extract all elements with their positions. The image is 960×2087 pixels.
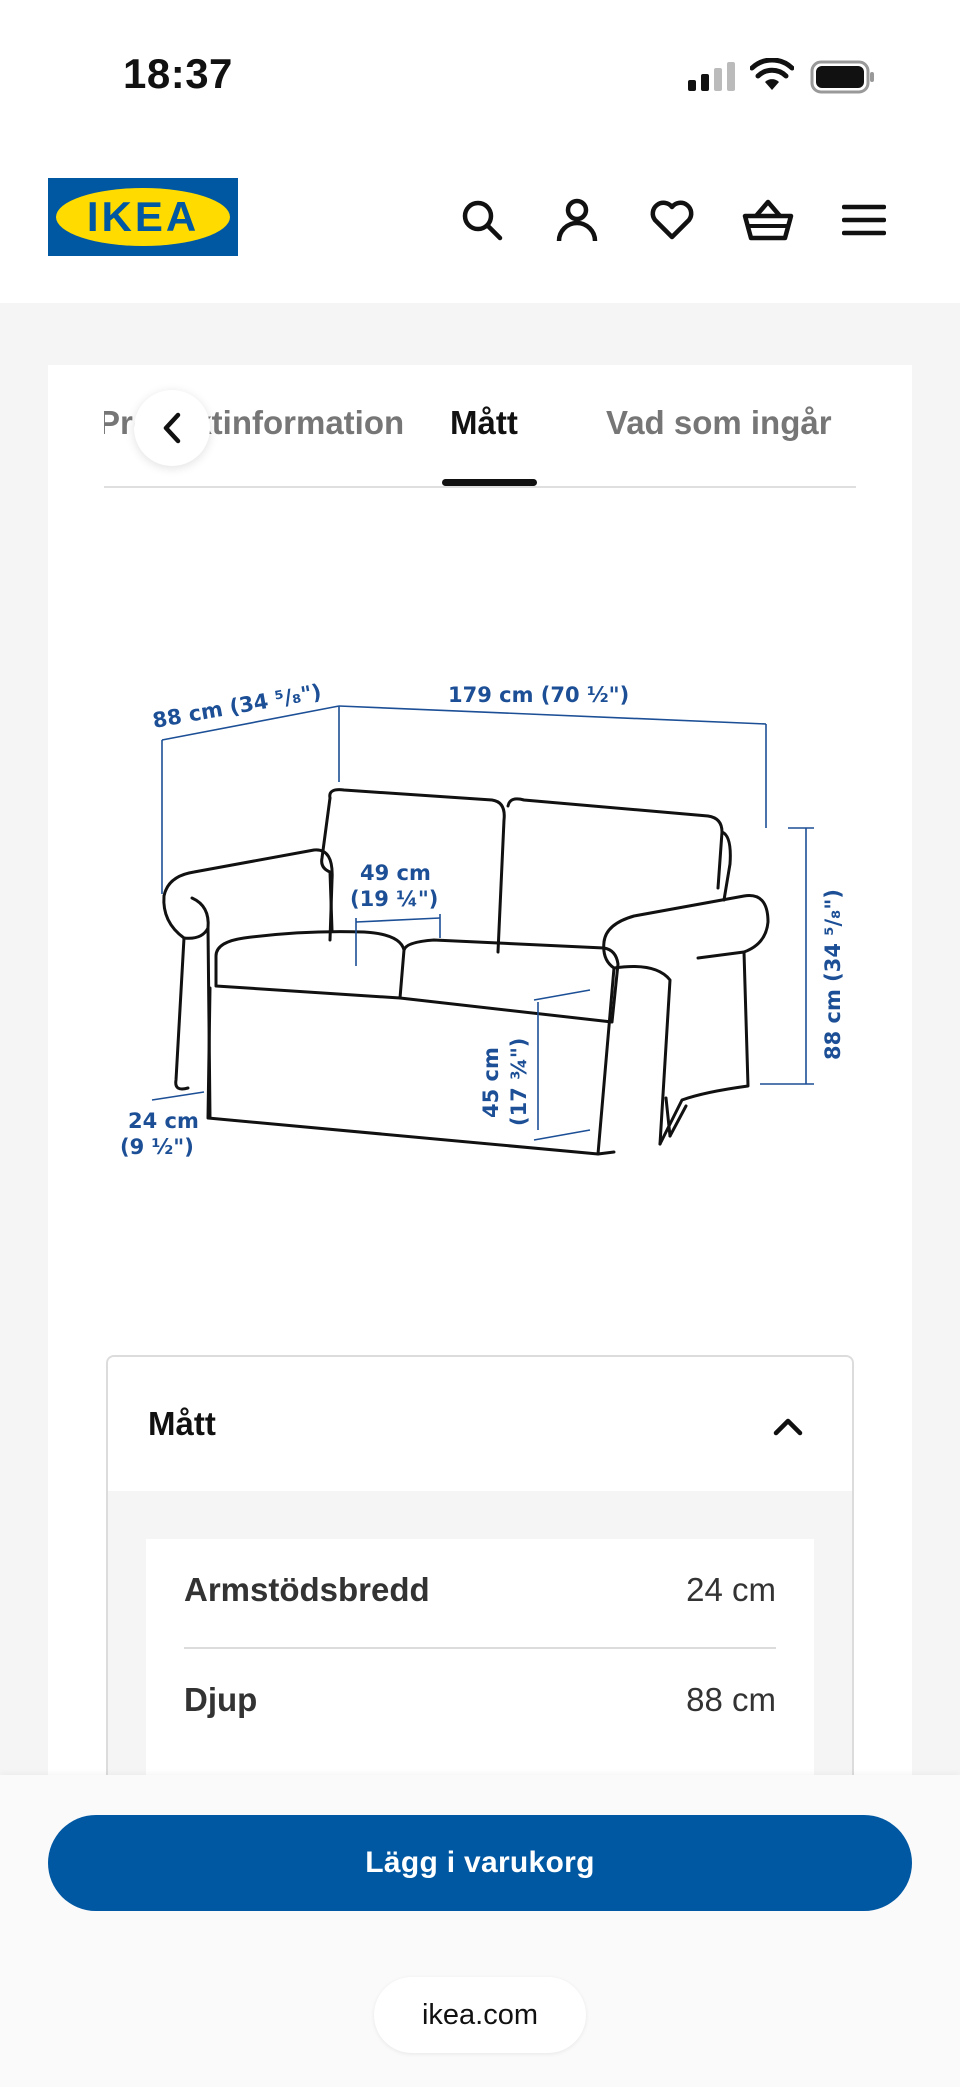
chevron-up-icon[interactable]	[768, 1407, 808, 1447]
accordion-header[interactable]: Mått	[108, 1357, 852, 1491]
armrest-width-label: 24 cm	[128, 1109, 199, 1133]
sofa-dimension-illustration: 88 cm (34 ⁵/₈") 179 cm (70 ½") 88 cm (34…	[104, 660, 864, 1220]
dimension-row: Armstödsbredd 24 cm	[184, 1539, 776, 1649]
seat-width-label: 49 cm	[360, 861, 431, 885]
dimension-label: Djup	[184, 1681, 258, 1718]
heart-icon[interactable]	[644, 192, 700, 248]
account-icon[interactable]	[549, 192, 605, 248]
chevron-left-icon	[163, 412, 181, 444]
tab-dimensions[interactable]: Mått	[450, 404, 518, 442]
signal-icon	[686, 62, 736, 97]
dimension-row: Djup 88 cm	[184, 1649, 776, 1759]
seat-height-label-inch: (17 ¾")	[507, 1038, 531, 1126]
seat-height-label: 45 cm	[479, 1047, 503, 1118]
dimension-value: 88 cm	[686, 1681, 776, 1718]
browser-url-bar[interactable]: ikea.com	[374, 1977, 586, 2053]
sofa-drawing	[162, 788, 770, 1156]
tab-whats-included[interactable]: Vad som ingår	[606, 404, 832, 442]
cart-icon[interactable]	[740, 192, 796, 248]
search-icon[interactable]	[454, 192, 510, 248]
dimension-label: Armstödsbredd	[184, 1571, 430, 1608]
menu-icon[interactable]	[836, 192, 892, 248]
site-header: IKEA	[0, 150, 960, 303]
logo-text: IKEA	[86, 193, 200, 240]
tabs-bar: Produktinformation Mått Vad som ingår	[104, 390, 856, 488]
tabs-scroll-left-button[interactable]	[134, 390, 210, 466]
status-bar: 18:37	[0, 0, 960, 150]
active-tab-indicator	[442, 479, 537, 486]
seat-width-label-inch: (19 ¼")	[350, 887, 438, 911]
ikea-logo[interactable]: IKEA	[48, 178, 238, 256]
dimension-value: 24 cm	[686, 1571, 776, 1608]
battery-icon	[810, 60, 876, 99]
wifi-icon	[749, 57, 795, 97]
status-time: 18:37	[123, 50, 233, 97]
height-label: 88 cm (34 ⁵/₈")	[821, 889, 845, 1060]
accordion-title: Mått	[148, 1405, 216, 1442]
armrest-width-label-inch: (9 ½")	[120, 1135, 194, 1159]
add-to-cart-button[interactable]: Lägg i varukorg	[48, 1815, 912, 1911]
width-label: 179 cm (70 ½")	[448, 683, 629, 707]
